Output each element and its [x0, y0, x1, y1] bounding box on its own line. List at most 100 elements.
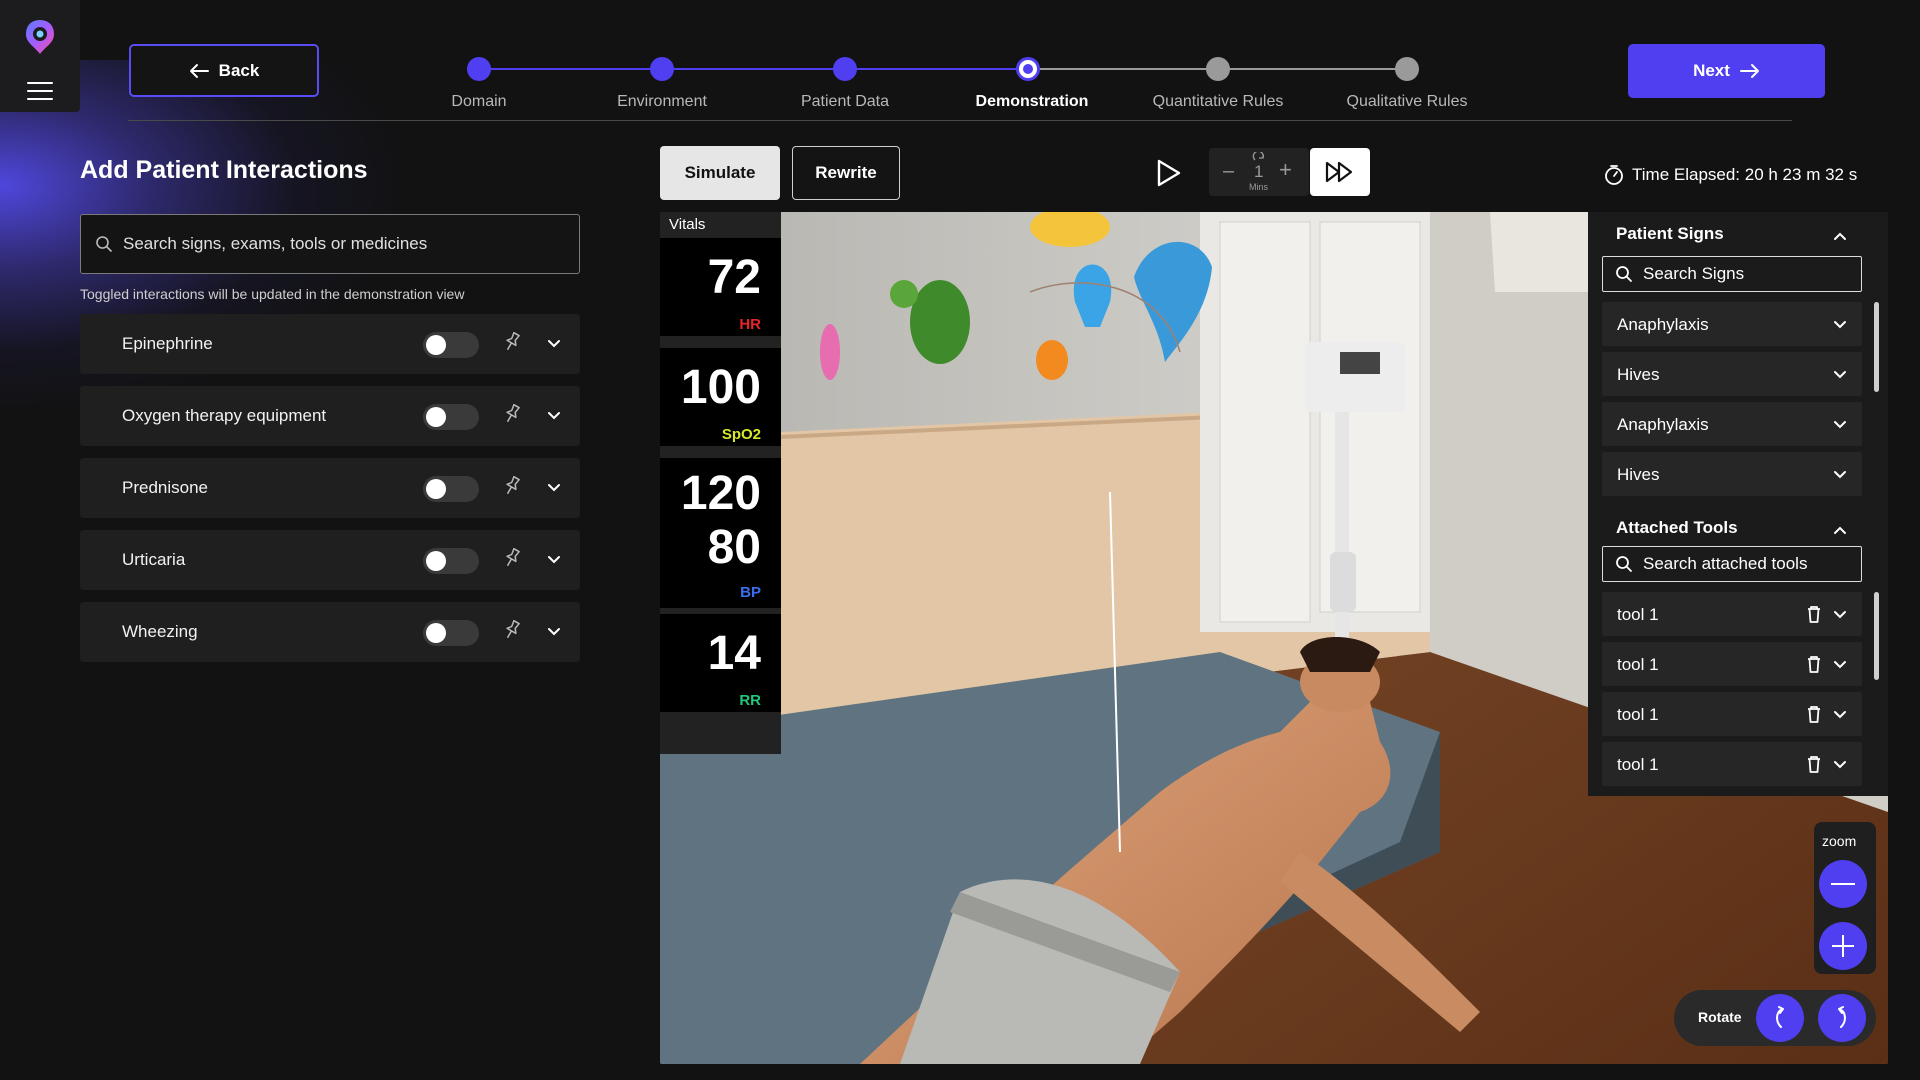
chevron-down-icon[interactable] [546, 552, 562, 568]
app-rail [0, 0, 80, 112]
sign-item[interactable]: Hives [1602, 352, 1862, 396]
chevron-down-icon[interactable] [546, 480, 562, 496]
vitals-title: Vitals [669, 216, 706, 233]
trash-icon[interactable] [1806, 654, 1822, 674]
speed-stepper: – 1 Mins + [1209, 148, 1309, 196]
step-dot-environment[interactable] [650, 57, 674, 81]
signs-search-placeholder: Search Signs [1643, 264, 1745, 283]
interaction-label: Oxygen therapy equipment [122, 406, 327, 425]
step-dot-domain[interactable] [467, 57, 491, 81]
signs-search[interactable]: Search Signs [1602, 256, 1862, 292]
interaction-row: Oxygen therapy equipment [80, 386, 580, 446]
step-label-quantitative-rules[interactable]: Quantitative Rules [1153, 93, 1284, 111]
chevron-down-icon[interactable] [1832, 417, 1848, 433]
chevron-down-icon[interactable] [546, 408, 562, 424]
interaction-toggle[interactable] [423, 332, 479, 358]
rr-label: RR [739, 692, 761, 709]
sign-label: Anaphylaxis [1617, 315, 1709, 334]
interaction-toggle[interactable] [423, 404, 479, 430]
chevron-up-icon[interactable] [1832, 522, 1848, 538]
sign-item[interactable]: Hives [1602, 452, 1862, 496]
chevron-down-icon[interactable] [1832, 607, 1848, 623]
interaction-toggle[interactable] [423, 548, 479, 574]
tool-item[interactable]: tool 1 [1602, 742, 1862, 786]
chevron-down-icon[interactable] [546, 336, 562, 352]
signs-tools-panel: Patient Signs Search Signs Anaphylaxis H… [1588, 212, 1888, 796]
arrow-right-icon [1739, 64, 1759, 78]
simulate-button[interactable]: Simulate [660, 146, 780, 200]
zoom-in-button[interactable] [1819, 922, 1867, 970]
pin-icon[interactable] [502, 403, 522, 425]
step-label-patient-data[interactable]: Patient Data [801, 93, 889, 111]
tool-label: tool 1 [1617, 605, 1659, 624]
interaction-label: Epinephrine [122, 334, 213, 353]
step-label-demonstration[interactable]: Demonstration [976, 93, 1089, 111]
header-divider [128, 120, 1792, 121]
tool-item[interactable]: tool 1 [1602, 692, 1862, 736]
rotate-left-button[interactable] [1756, 994, 1804, 1042]
chevron-down-icon[interactable] [546, 624, 562, 640]
step-dot-quantitative-rules[interactable] [1206, 57, 1230, 81]
back-button[interactable]: Back [129, 44, 319, 97]
interaction-toggle[interactable] [423, 476, 479, 502]
trash-icon[interactable] [1806, 704, 1822, 724]
rotate-right-button[interactable] [1818, 994, 1866, 1042]
tools-search[interactable]: Search attached tools [1602, 546, 1862, 582]
speed-decrease-button[interactable]: – [1223, 160, 1234, 183]
next-button[interactable]: Next [1628, 44, 1825, 98]
trash-icon[interactable] [1806, 604, 1822, 624]
sign-label: Hives [1617, 365, 1660, 384]
step-dot-qualitative-rules[interactable] [1395, 57, 1419, 81]
chevron-down-icon[interactable] [1832, 367, 1848, 383]
interaction-search[interactable] [80, 214, 580, 274]
menu-icon[interactable] [27, 82, 53, 100]
spo2-value: 100 [680, 361, 761, 414]
interaction-label: Prednisone [122, 478, 209, 497]
speed-increase-button[interactable]: + [1279, 157, 1292, 183]
trash-icon[interactable] [1806, 754, 1822, 774]
hr-label: HR [739, 316, 761, 333]
step-label-qualitative-rules[interactable]: Qualitative Rules [1347, 93, 1468, 111]
fast-forward-button[interactable] [1310, 148, 1370, 196]
chevron-down-icon[interactable] [1832, 657, 1848, 673]
panel-title: Add Patient Interactions [80, 156, 368, 184]
pin-icon[interactable] [502, 619, 522, 641]
tool-item[interactable]: tool 1 [1602, 642, 1862, 686]
back-button-label: Back [218, 60, 260, 80]
search-icon [96, 236, 112, 252]
play-icon[interactable] [1155, 158, 1183, 188]
pin-icon[interactable] [502, 331, 522, 353]
time-elapsed: Time Elapsed: 20 h 23 m 32 s [1604, 164, 1857, 186]
sign-label: Hives [1617, 465, 1660, 484]
rewrite-button[interactable]: Rewrite [792, 146, 900, 200]
interaction-toggle[interactable] [423, 620, 479, 646]
interaction-label: Wheezing [122, 622, 198, 641]
pin-icon[interactable] [502, 475, 522, 497]
signs-scrollbar[interactable] [1874, 302, 1879, 392]
step-dot-patient-data[interactable] [833, 57, 857, 81]
tools-scrollbar[interactable] [1874, 592, 1879, 680]
search-icon [1616, 266, 1632, 282]
chevron-up-icon[interactable] [1832, 228, 1848, 244]
speed-unit: Mins [1249, 182, 1269, 192]
attached-tools-title: Attached Tools [1616, 518, 1738, 537]
step-label-domain[interactable]: Domain [451, 93, 506, 111]
chevron-down-icon[interactable] [1832, 317, 1848, 333]
chevron-down-icon[interactable] [1832, 757, 1848, 773]
sign-item[interactable]: Anaphylaxis [1602, 402, 1862, 446]
pin-icon[interactable] [502, 547, 522, 569]
chevron-down-icon[interactable] [1832, 707, 1848, 723]
sign-item[interactable]: Anaphylaxis [1602, 302, 1862, 346]
patient-signs-title: Patient Signs [1616, 224, 1724, 243]
bp-systolic: 120 [680, 467, 761, 520]
step-label-environment[interactable]: Environment [617, 93, 707, 111]
tool-item[interactable]: tool 1 [1602, 592, 1862, 636]
step-dot-demonstration[interactable] [1016, 57, 1040, 81]
plus-icon [1832, 935, 1854, 957]
interaction-search-input[interactable] [123, 234, 563, 254]
sign-label: Anaphylaxis [1617, 415, 1709, 434]
interaction-row: Epinephrine [80, 314, 580, 374]
interaction-row: Urticaria [80, 530, 580, 590]
chevron-down-icon[interactable] [1832, 467, 1848, 483]
zoom-out-button[interactable] [1819, 860, 1867, 908]
